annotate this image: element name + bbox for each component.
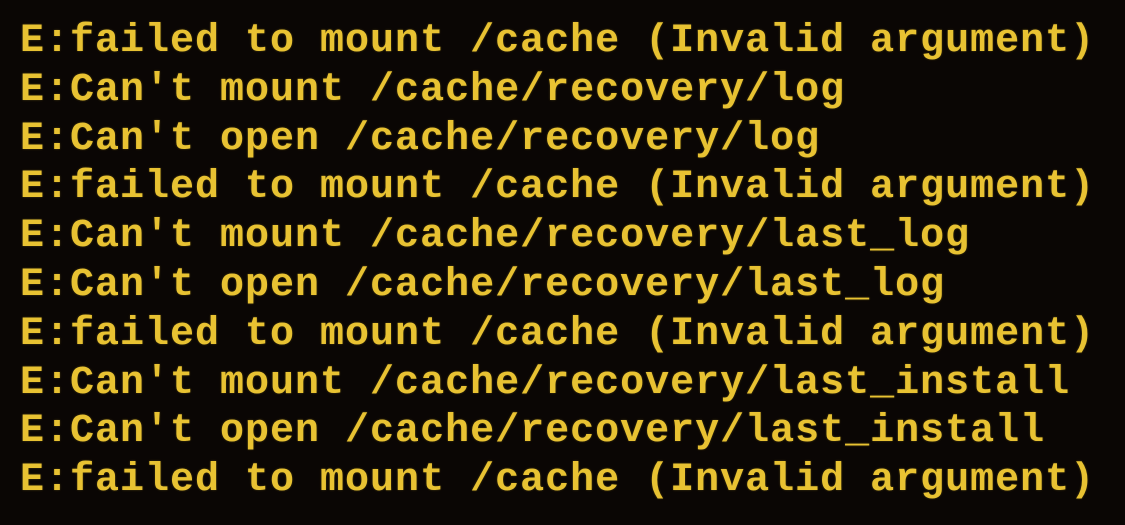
- error-log-line: E:failed to mount /cache (Invalid argume…: [20, 164, 1105, 213]
- error-log-line: E:failed to mount /cache (Invalid argume…: [20, 18, 1105, 67]
- error-log-line: E:Can't mount /cache/recovery/last_insta…: [20, 360, 1105, 409]
- error-log-line: E:Can't mount /cache/recovery/last_log: [20, 213, 1105, 262]
- error-log-line: E:Can't open /cache/recovery/last_log: [20, 262, 1105, 311]
- error-log-line: E:Can't mount /cache/recovery/log: [20, 67, 1105, 116]
- error-log-line: E:failed to mount /cache (Invalid argume…: [20, 311, 1105, 360]
- error-log-line: E:Can't open /cache/recovery/log: [20, 116, 1105, 165]
- error-log-line: E:Can't open /cache/recovery/last_instal…: [20, 408, 1105, 457]
- recovery-terminal: E:failed to mount /cache (Invalid argume…: [20, 18, 1105, 507]
- error-log-line: E:failed to mount /cache (Invalid argume…: [20, 457, 1105, 506]
